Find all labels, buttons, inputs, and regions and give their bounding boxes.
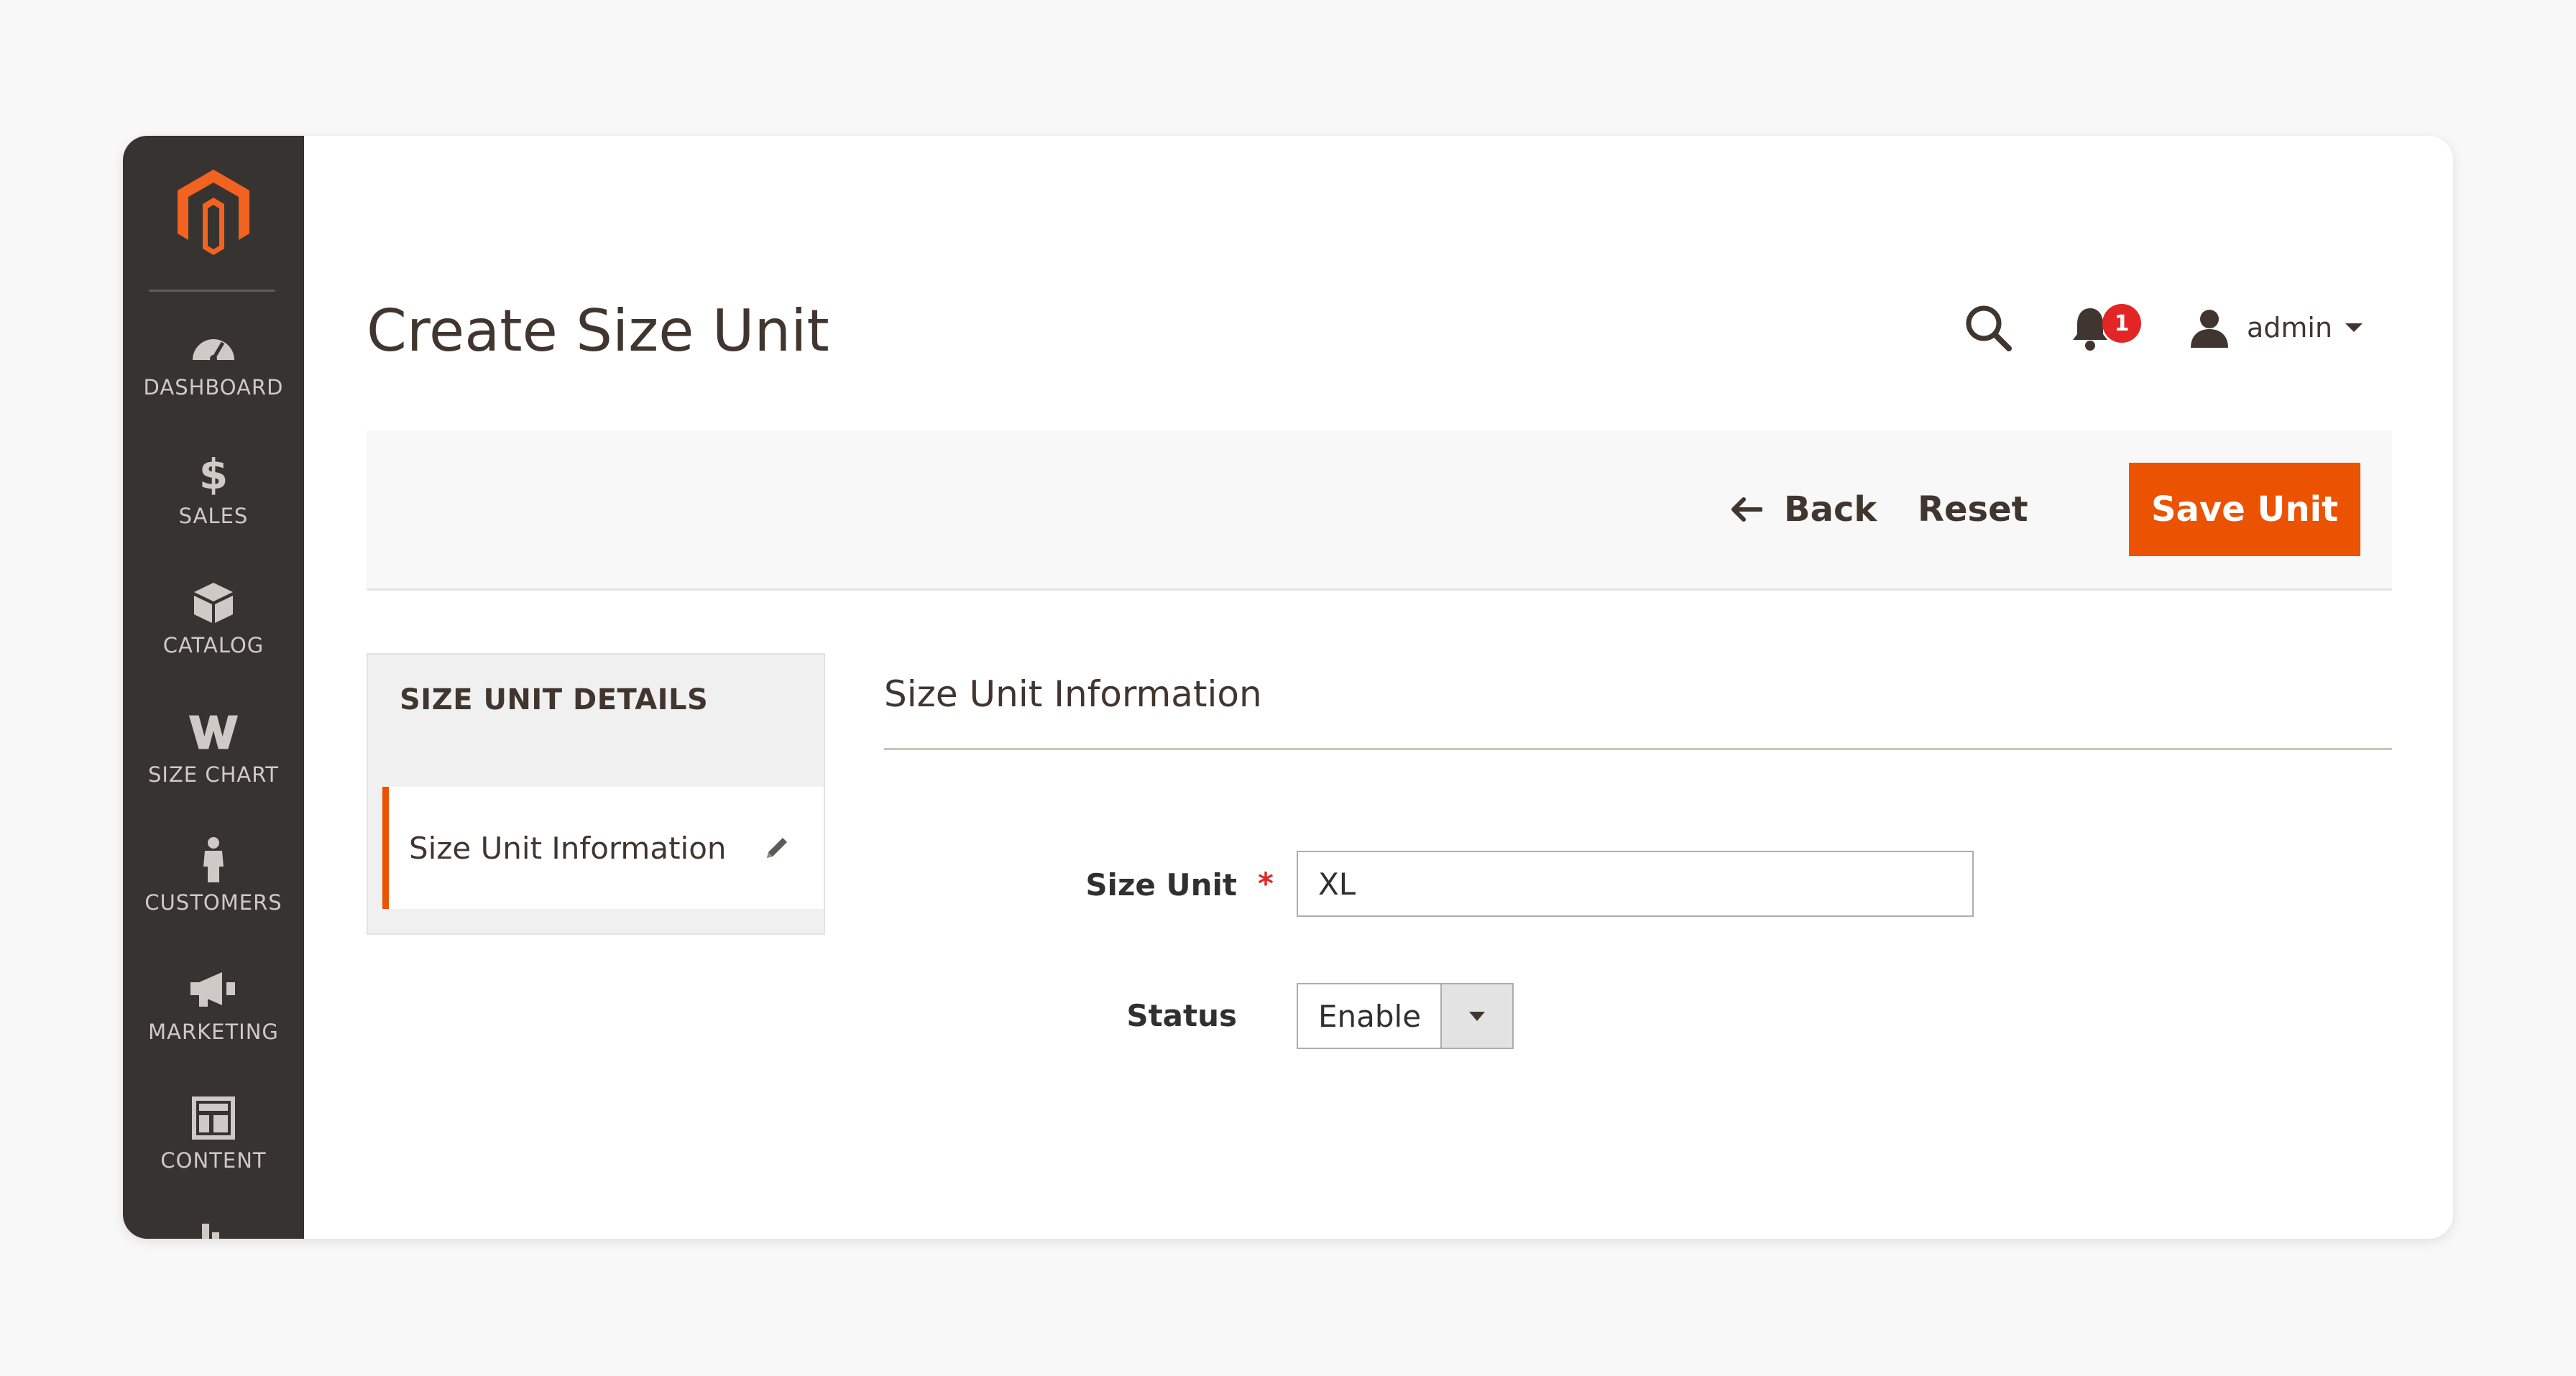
main-content: Create Size Unit 1 admin Back Reset Save…	[304, 136, 2453, 1239]
chevron-down-icon	[2345, 323, 2363, 332]
sidebar-item-label: DASHBOARD	[143, 375, 284, 400]
layout-icon	[188, 1096, 239, 1140]
back-button-label: Back	[1784, 489, 1877, 530]
side-tabs-panel: SIZE UNIT DETAILS Size Unit Information	[367, 653, 825, 935]
reset-button[interactable]: Reset	[1918, 481, 2028, 538]
person-icon	[188, 837, 239, 882]
admin-sidebar: DASHBOARD $ SALES CATALOG SIZE CHART CUS…	[123, 136, 304, 1239]
section-title: Size Unit Information	[884, 673, 1262, 715]
sidebar-item-label: SIZE CHART	[147, 762, 280, 787]
page-title: Create Size Unit	[367, 297, 829, 364]
box-icon	[188, 581, 239, 624]
sidebar-item-marketing[interactable]: MARKETING	[123, 968, 304, 1076]
size-unit-label: Size Unit	[1085, 867, 1237, 902]
status-select[interactable]: Enable	[1297, 983, 1514, 1049]
required-asterisk: *	[1258, 866, 1274, 901]
sidebar-item-customers[interactable]: CUSTOMERS	[123, 837, 304, 946]
notifications-count-badge[interactable]: 1	[2102, 304, 2141, 343]
sidebar-item-label: CONTENT	[160, 1148, 267, 1173]
sidebar-item-dashboard[interactable]: DASHBOARD	[123, 323, 304, 431]
back-button[interactable]: Back	[1731, 481, 1877, 538]
tabs-title: SIZE UNIT DETAILS	[400, 683, 709, 716]
sidebar-item-content[interactable]: CONTENT	[123, 1096, 304, 1204]
dollar-icon: $	[188, 451, 239, 496]
reports-icon[interactable]	[190, 1219, 222, 1239]
reset-button-label: Reset	[1918, 489, 2028, 530]
user-menu[interactable]: admin	[2189, 306, 2363, 349]
tab-size-unit-information[interactable]: Size Unit Information	[382, 787, 824, 909]
sidebar-item-catalog[interactable]: CATALOG	[123, 581, 304, 689]
save-unit-button[interactable]: Save Unit	[2129, 463, 2360, 556]
sidebar-item-size-chart[interactable]: SIZE CHART	[123, 711, 304, 818]
size-chart-icon	[188, 711, 239, 754]
section-divider	[884, 748, 2392, 750]
sidebar-item-label: SALES	[178, 504, 249, 528]
sidebar-item-label: MARKETING	[148, 1020, 279, 1044]
sidebar-item-label: CUSTOMERS	[144, 890, 282, 915]
search-icon[interactable]	[1963, 303, 2013, 353]
arrow-left-icon	[1731, 497, 1762, 522]
sidebar-item-label: CATALOG	[162, 633, 264, 657]
user-name: admin	[2247, 312, 2333, 343]
select-arrow-button[interactable]	[1440, 984, 1512, 1048]
page-actions-toolbar: Back Reset Save Unit	[367, 430, 2392, 591]
megaphone-icon	[188, 968, 239, 1011]
status-select-value: Enable	[1318, 998, 1422, 1034]
chevron-down-icon	[1469, 1011, 1485, 1021]
pencil-icon	[766, 838, 787, 858]
tab-label: Size Unit Information	[409, 830, 727, 866]
magento-logo[interactable]	[174, 168, 253, 256]
admin-window: DASHBOARD $ SALES CATALOG SIZE CHART CUS…	[123, 136, 2453, 1239]
sidebar-item-sales[interactable]: $ SALES	[123, 451, 304, 560]
size-unit-input[interactable]	[1297, 851, 1974, 917]
dashboard-icon	[188, 323, 239, 366]
logo-divider	[149, 290, 275, 292]
status-label: Status	[1126, 998, 1237, 1033]
svg-text:$: $	[199, 451, 228, 496]
user-avatar-icon	[2191, 310, 2228, 348]
